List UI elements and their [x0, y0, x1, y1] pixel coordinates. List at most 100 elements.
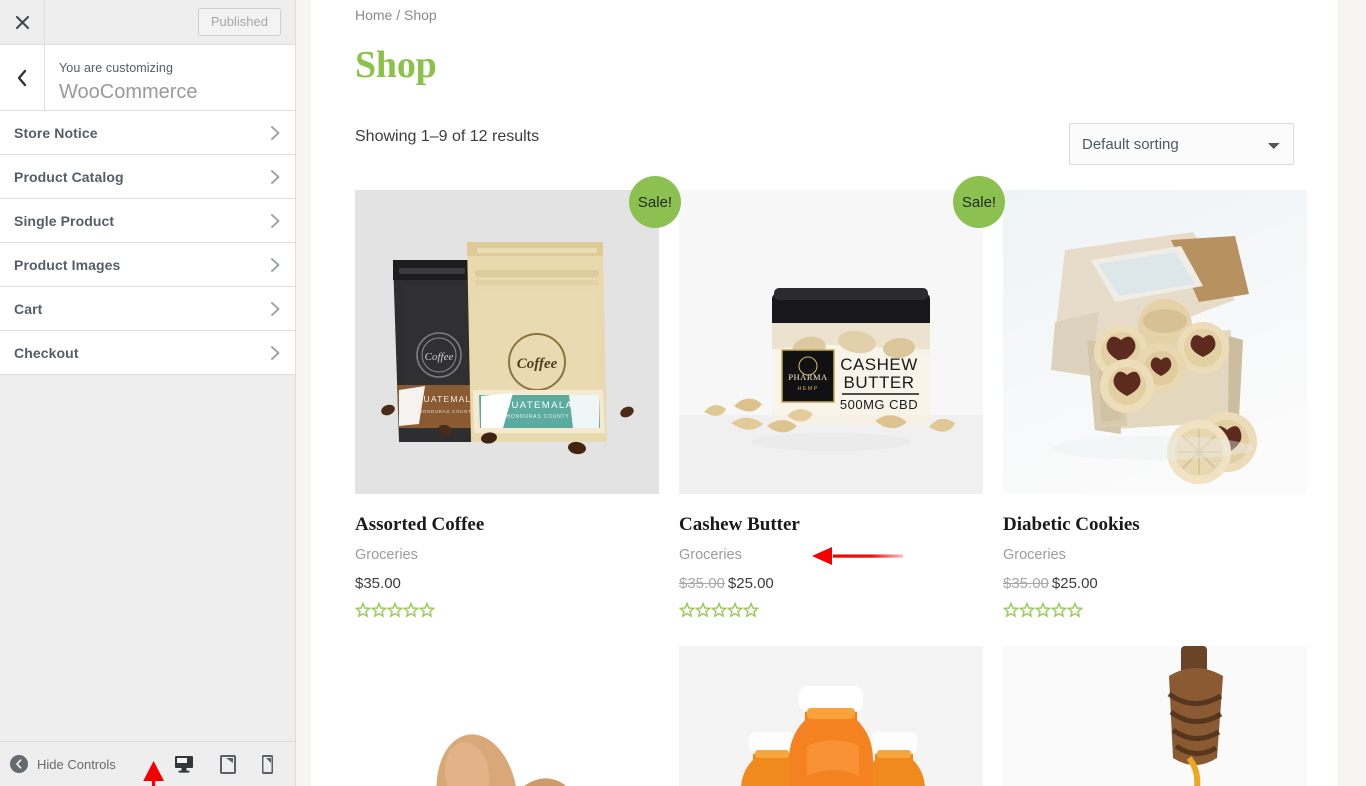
price-original: $35.00 [1003, 575, 1049, 593]
sort-select[interactable]: Default sorting Sort by popularity Sort … [1069, 123, 1294, 165]
product-title[interactable]: Assorted Coffee [355, 514, 659, 537]
product-price: $35.00 $25.00 [1003, 574, 1307, 594]
chevron-right-icon [270, 301, 281, 317]
svg-text:Coffee: Coffee [517, 356, 558, 372]
product-thumbnail[interactable] [679, 645, 983, 786]
star-icon [743, 601, 759, 618]
customizer-sidebar: Published You are customizing WooCommerc… [0, 0, 296, 786]
device-preview-switcher [174, 754, 283, 774]
star-rating [1003, 601, 1307, 618]
eggs-image [355, 645, 659, 786]
close-x-icon [15, 15, 30, 30]
hide-controls-button[interactable]: Hide Controls [10, 755, 174, 773]
product-grid: Coffee GUATEMALA HONDURAS COUNTY Coffee … [355, 176, 1307, 786]
svg-text:PHARMA: PHARMA [788, 372, 828, 382]
product-card[interactable]: Sale! [629, 176, 983, 618]
product-card[interactable]: Coffee GUATEMALA HONDURAS COUNTY Coffee … [355, 190, 659, 618]
cookies-box-image [1003, 190, 1307, 494]
price-original: $35.00 [679, 575, 725, 593]
product-title[interactable]: Cashew Butter [679, 514, 983, 537]
chevron-right-icon [270, 169, 281, 185]
shop-page: Home / Shop Shop Showing 1–9 of 12 resul… [311, 0, 1338, 786]
product-card[interactable] [1003, 645, 1307, 786]
star-icon [1019, 601, 1035, 618]
product-price: $35.00 [355, 574, 659, 594]
customizer-sections-list: Store Notice Product Catalog Single Prod… [0, 111, 295, 375]
panel-back-button[interactable] [0, 45, 45, 110]
price-current: $35.00 [355, 575, 401, 593]
price-current: $25.00 [727, 575, 774, 593]
result-count: Showing 1–9 of 12 results [355, 128, 540, 145]
product-thumbnail[interactable]: Coffee GUATEMALA HONDURAS COUNTY Coffee … [355, 190, 659, 494]
star-icon [1067, 601, 1083, 618]
sidebar-item-label: Product Images [14, 256, 121, 273]
product-category: Groceries [1003, 546, 1066, 563]
star-icon [711, 601, 727, 618]
product-category: Groceries [679, 546, 742, 563]
honey-dipper-image [1003, 645, 1307, 786]
product-title[interactable]: Diabetic Cookies [1003, 514, 1307, 537]
sidebar-item-product-images[interactable]: Product Images [0, 243, 295, 287]
sidebar-preview-gap [297, 0, 311, 786]
product-thumbnail[interactable]: PHARMA HEMP CASHEW BUTTER 500MG CBD [679, 190, 983, 494]
product-card[interactable] [355, 645, 659, 786]
chevron-right-icon [270, 345, 281, 361]
svg-text:CASHEW: CASHEW [840, 355, 918, 374]
customizer-topbar: Published [0, 0, 295, 45]
sidebar-item-single-product[interactable]: Single Product [0, 199, 295, 243]
product-thumbnail[interactable] [1003, 645, 1307, 786]
product-category: Groceries [355, 546, 418, 563]
product-card[interactable] [679, 645, 983, 786]
sidebar-empty-area [0, 375, 295, 786]
publish-button[interactable]: Published [197, 7, 281, 37]
product-card[interactable]: Sale! [953, 176, 1307, 618]
chevron-right-icon [270, 257, 281, 273]
desktop-icon[interactable] [174, 755, 194, 773]
star-icon [1035, 601, 1051, 618]
svg-text:GUATEMALA: GUATEMALA [503, 400, 574, 411]
customizing-label: You are customizing [59, 61, 174, 76]
sidebar-item-label: Cart [14, 300, 43, 317]
panel-titles: You are customizing WooCommerce [45, 45, 295, 110]
svg-text:HONDURAS COUNTY: HONDURAS COUNTY [419, 409, 476, 414]
sidebar-item-label: Product Catalog [14, 168, 124, 185]
chevron-left-icon [16, 69, 28, 87]
collapse-left-icon [10, 755, 28, 773]
cashew-butter-jar-image: PHARMA HEMP CASHEW BUTTER 500MG CBD [679, 190, 983, 494]
svg-text:HEMP: HEMP [797, 386, 818, 392]
sidebar-item-product-catalog[interactable]: Product Catalog [0, 155, 295, 199]
product-thumbnail[interactable] [355, 645, 659, 786]
svg-text:BUTTER: BUTTER [844, 373, 915, 392]
tablet-icon[interactable] [220, 754, 236, 774]
customizer-footer: Hide Controls [0, 741, 295, 786]
hide-controls-label: Hide Controls [37, 756, 116, 772]
product-thumbnail[interactable] [1003, 190, 1307, 494]
panel-title: WooCommerce [59, 80, 198, 103]
star-rating [679, 601, 983, 618]
coffee-bags-image: Coffee GUATEMALA HONDURAS COUNTY Coffee … [355, 190, 659, 494]
sidebar-item-store-notice[interactable]: Store Notice [0, 111, 295, 155]
sidebar-item-label: Store Notice [14, 124, 98, 141]
star-icon [371, 601, 387, 618]
close-customizer-button[interactable] [0, 0, 45, 44]
sidebar-item-label: Checkout [14, 344, 79, 361]
sale-badge: Sale! [629, 176, 681, 228]
breadcrumb[interactable]: Home / Shop [355, 0, 1294, 26]
preview-right-margin [1338, 0, 1366, 786]
sidebar-item-cart[interactable]: Cart [0, 287, 295, 331]
svg-text:Coffee: Coffee [425, 351, 454, 363]
product-price: $35.00 $25.00 [679, 574, 983, 594]
chevron-right-icon [270, 213, 281, 229]
shop-toolbar: Showing 1–9 of 12 results Default sortin… [355, 123, 1294, 167]
sidebar-item-label: Single Product [14, 212, 115, 229]
sidebar-item-checkout[interactable]: Checkout [0, 331, 295, 375]
mobile-icon[interactable] [262, 754, 273, 774]
star-icon [419, 601, 435, 618]
star-icon [679, 601, 695, 618]
price-current: $25.00 [1051, 575, 1098, 593]
star-icon [695, 601, 711, 618]
star-icon [727, 601, 743, 618]
star-icon [1003, 601, 1019, 618]
star-icon [1051, 601, 1067, 618]
